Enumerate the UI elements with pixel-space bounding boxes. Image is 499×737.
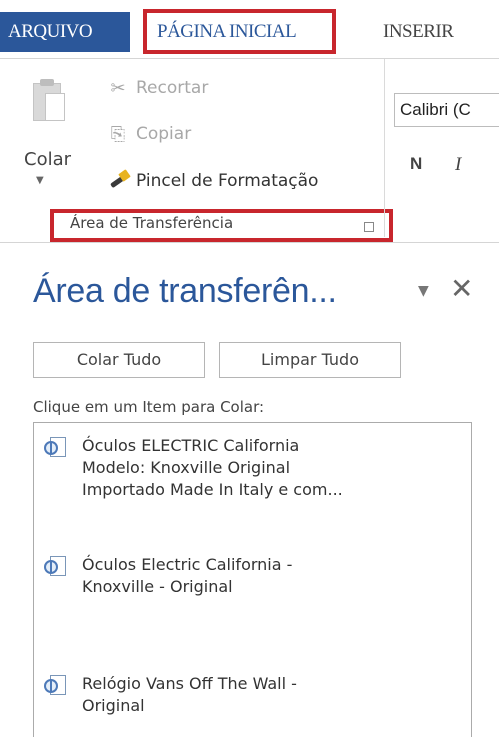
web-document-icon [44, 437, 70, 463]
cut-button[interactable]: ✂ Recortar [104, 74, 208, 102]
clipboard-item-line: Knoxville - Original [82, 577, 233, 596]
clipboard-item-line: Modelo: Knoxville Original [82, 458, 291, 477]
clipboard-items-list: Óculos ELECTRIC California Modelo: Knoxv… [33, 422, 472, 737]
ribbon-panel: Colar ▼ ✂ Recortar ⎘ Copiar Pincel de Fo… [0, 58, 499, 243]
group-divider [384, 59, 385, 237]
tab-inserir[interactable]: INSERIR [383, 12, 454, 52]
close-icon[interactable]: ✕ [450, 275, 473, 303]
font-name-combobox[interactable]: Calibri (C [394, 93, 499, 127]
tab-pagina-inicial[interactable]: PÁGINA INICIAL [143, 9, 336, 54]
pane-hint: Clique em um Item para Colar: [33, 398, 265, 416]
cut-label: Recortar [136, 78, 209, 98]
tab-arquivo[interactable]: ARQUIVO [0, 12, 130, 52]
clipboard-item-line: Importado Made In Italy e com... [82, 480, 343, 499]
clipboard-item-line: Original [82, 696, 145, 715]
italic-button[interactable]: I [455, 154, 461, 176]
ribbon-tab-bar: ARQUIVO PÁGINA INICIAL INSERIR [0, 0, 499, 60]
copy-label: Copiar [136, 124, 192, 144]
web-document-icon [44, 675, 70, 701]
clipboard-item[interactable]: Relógio Vans Off The Wall - Original [44, 673, 297, 717]
format-painter-button[interactable]: Pincel de Formatação [104, 167, 318, 195]
clipboard-item-line: Relógio Vans Off The Wall - [82, 674, 297, 693]
dialog-launcher-icon[interactable] [364, 222, 374, 232]
clipboard-pane: Área de transferên... ▼ ✕ Colar Tudo Lim… [0, 245, 499, 737]
clipboard-item-line: Óculos Electric California - [82, 555, 293, 574]
format-painter-label: Pincel de Formatação [136, 171, 319, 191]
clipboard-item[interactable]: Óculos Electric California - Knoxville -… [44, 554, 292, 598]
paintbrush-icon [104, 169, 132, 193]
pane-title: Área de transferên... [33, 272, 337, 310]
copy-icon: ⎘ [110, 123, 126, 145]
scissors-icon: ✂ [110, 77, 126, 99]
chevron-down-icon[interactable]: ▼ [36, 175, 44, 186]
paste-label: Colar [24, 149, 72, 170]
clipboard-paste-icon [33, 79, 67, 125]
bold-button[interactable]: N [410, 154, 422, 174]
pane-options-chevron-icon[interactable]: ▼ [418, 283, 429, 299]
paste-all-button[interactable]: Colar Tudo [33, 342, 205, 378]
clipboard-group-label: Área de Transferência [70, 214, 234, 232]
clipboard-item[interactable]: Óculos ELECTRIC California Modelo: Knoxv… [44, 435, 343, 501]
clear-all-button[interactable]: Limpar Tudo [219, 342, 401, 378]
web-document-icon [44, 556, 70, 582]
copy-button[interactable]: ⎘ Copiar [104, 120, 191, 148]
clipboard-item-line: Óculos ELECTRIC California [82, 436, 300, 455]
